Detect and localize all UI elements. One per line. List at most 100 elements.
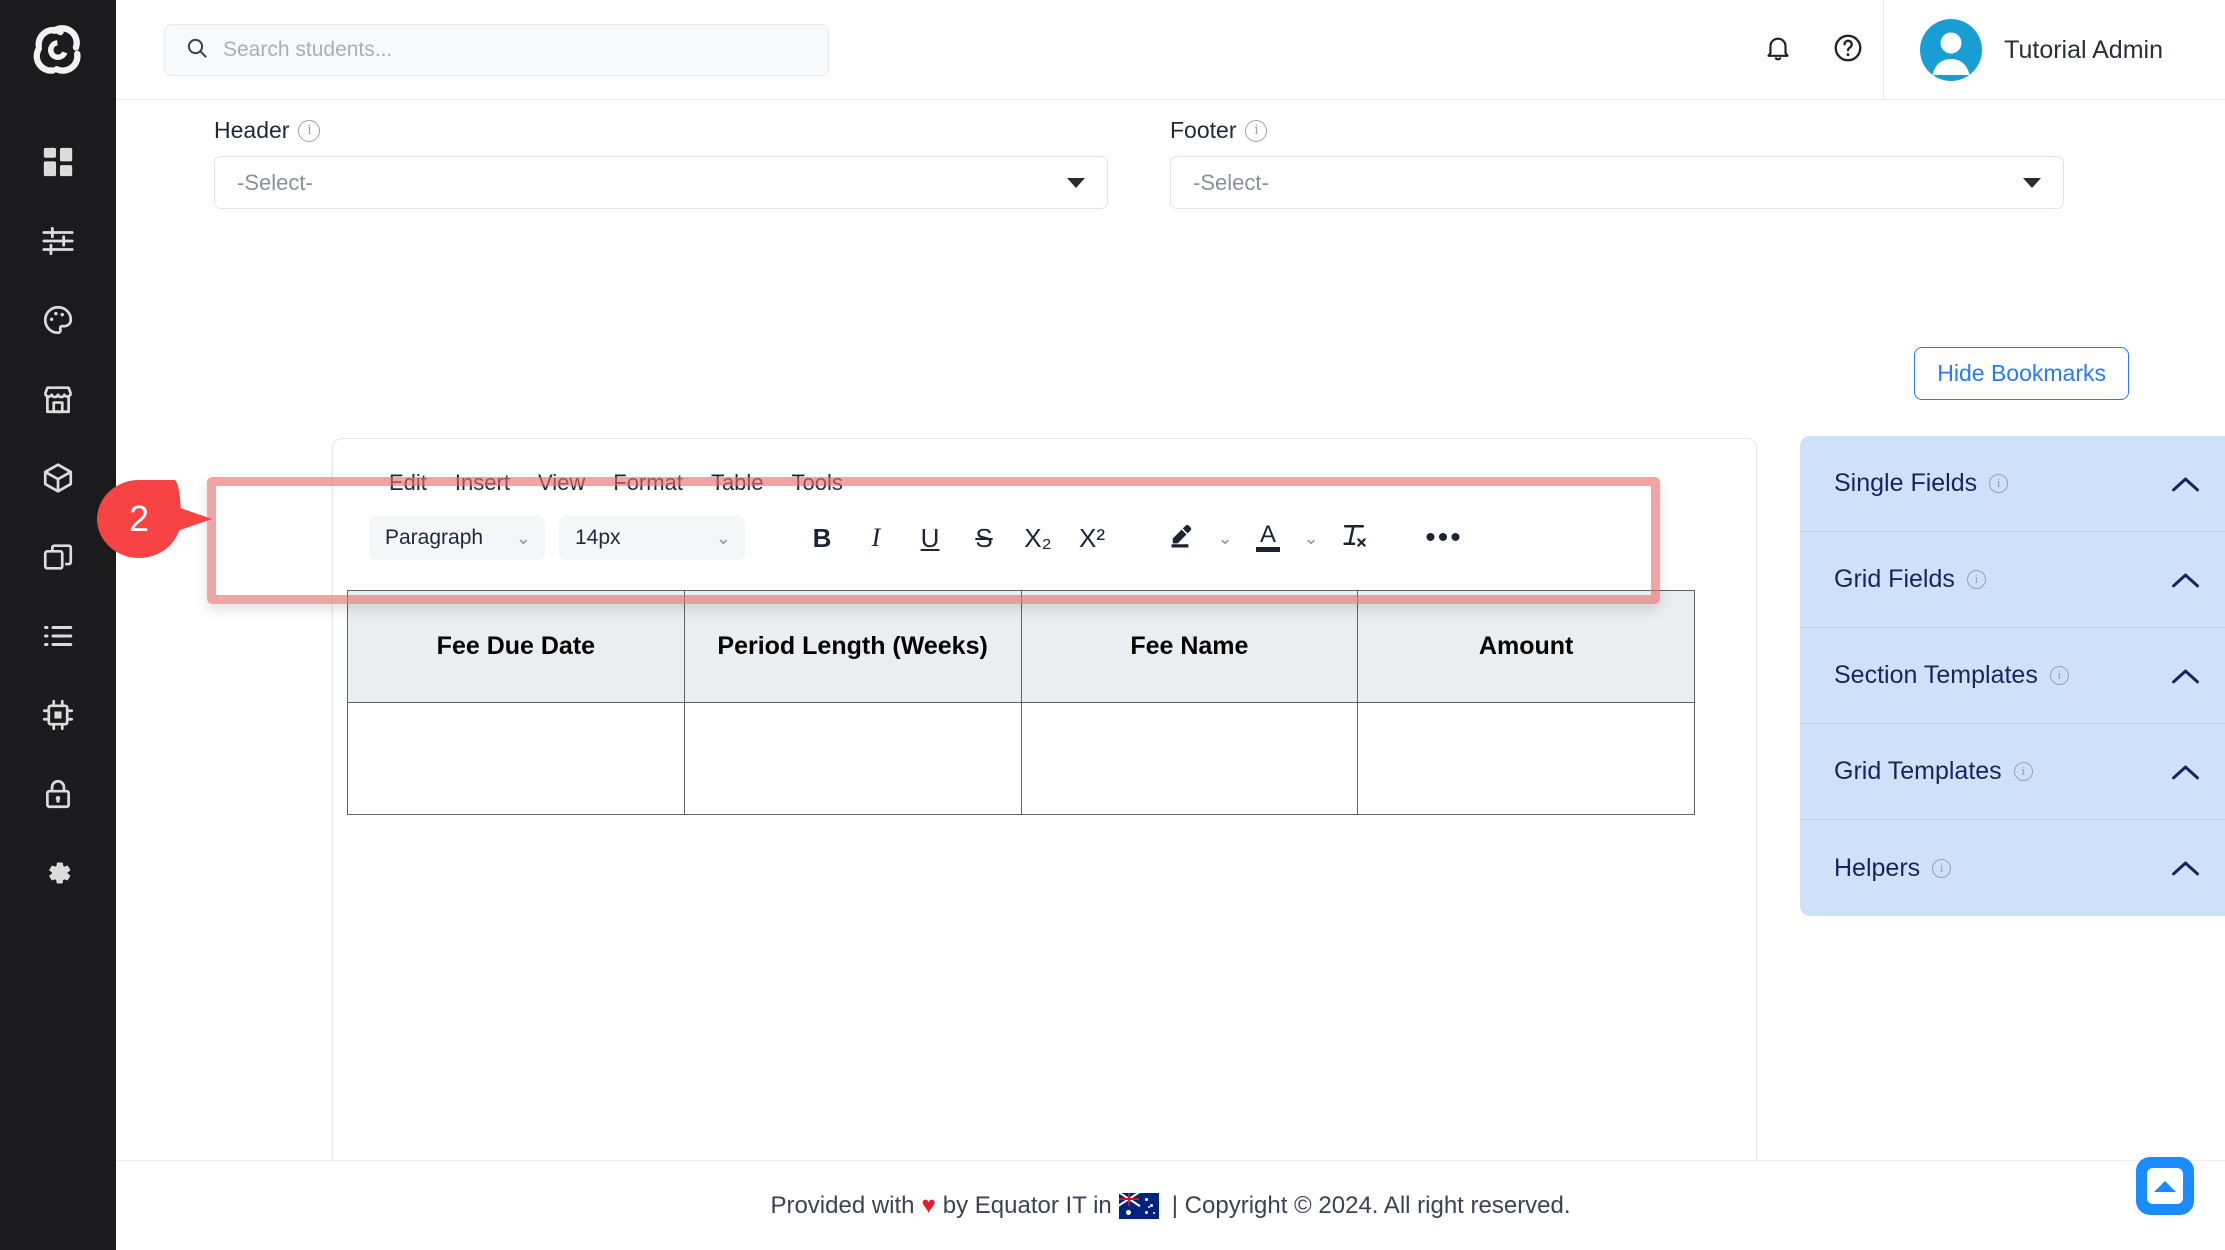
sidebar-item-system[interactable] bbox=[0, 675, 116, 754]
italic-button[interactable]: I bbox=[849, 514, 903, 562]
editor-toolbar: Paragraph ⌄ 14px ⌄ B I U S X₂ X² bbox=[333, 500, 1756, 562]
chevron-up-icon[interactable] bbox=[2171, 667, 2201, 685]
grid-dashboard-icon bbox=[41, 145, 75, 179]
caret-down-icon bbox=[1067, 178, 1085, 188]
highlight-color-button[interactable] bbox=[1155, 514, 1209, 562]
sidebar-item-lists[interactable] bbox=[0, 596, 116, 675]
search-input[interactable] bbox=[223, 38, 808, 62]
bookmark-section-label: Grid Fields bbox=[1834, 565, 1955, 594]
bookmark-section-label: Grid Templates bbox=[1834, 757, 2002, 786]
font-size-select[interactable]: 14px ⌄ bbox=[559, 516, 745, 560]
top-bar-actions: Tutorial Admin bbox=[1743, 0, 2225, 100]
list-bullet-icon bbox=[41, 619, 75, 653]
clear-formatting-button[interactable] bbox=[1327, 514, 1381, 562]
table-header-cell[interactable]: Period Length (Weeks) bbox=[684, 591, 1021, 703]
menu-format[interactable]: Format bbox=[599, 466, 697, 500]
help-button[interactable] bbox=[1813, 0, 1883, 100]
chevron-up-icon[interactable] bbox=[2171, 571, 2201, 589]
gear-icon bbox=[41, 856, 75, 890]
chevron-up-icon[interactable] bbox=[2171, 859, 2201, 877]
user-menu[interactable]: Tutorial Admin bbox=[1883, 0, 2225, 100]
sidebar-item-store[interactable] bbox=[0, 359, 116, 438]
info-circle-icon[interactable]: i bbox=[298, 120, 320, 142]
info-circle-icon[interactable]: i bbox=[1967, 570, 1986, 589]
table-header-row: Fee Due Date Period Length (Weeks) Fee N… bbox=[348, 591, 1695, 703]
footer-select[interactable]: -Select- bbox=[1170, 156, 2064, 209]
heart-icon: ♥ bbox=[922, 1192, 936, 1220]
table-cell[interactable] bbox=[348, 703, 685, 815]
menu-edit[interactable]: Edit bbox=[375, 466, 441, 500]
strikethrough-icon: S bbox=[975, 523, 992, 554]
text-color-swatch bbox=[1256, 547, 1280, 552]
sidebar-item-dashboard[interactable] bbox=[0, 122, 116, 201]
footer-field-label: Footer i bbox=[1170, 117, 2064, 144]
bold-button[interactable]: B bbox=[795, 514, 849, 562]
bookmark-section-helpers[interactable]: Helpers i bbox=[1800, 820, 2225, 916]
sidebar bbox=[0, 0, 116, 1250]
main-content: Header i -Select- Footer i -Select- bbox=[116, 100, 2225, 1160]
search-icon bbox=[185, 36, 209, 65]
notifications-button[interactable] bbox=[1743, 0, 1813, 100]
top-bar: Tutorial Admin bbox=[116, 0, 2225, 100]
sidebar-item-products[interactable] bbox=[0, 438, 116, 517]
strikethrough-button[interactable]: S bbox=[957, 514, 1011, 562]
app-root: Tutorial Admin Header i -Select- Footer … bbox=[0, 0, 2225, 1250]
chevron-up-icon[interactable] bbox=[2171, 763, 2201, 781]
sidebar-item-security[interactable] bbox=[0, 754, 116, 833]
block-format-select[interactable]: Paragraph ⌄ bbox=[369, 516, 545, 560]
more-options-button[interactable]: ••• bbox=[1417, 514, 1471, 562]
subscript-button[interactable]: X₂ bbox=[1011, 514, 1065, 562]
sidebar-item-sliders[interactable] bbox=[0, 201, 116, 280]
text-color-letter: A bbox=[1260, 524, 1276, 546]
sidebar-item-windows[interactable] bbox=[0, 517, 116, 596]
menu-insert[interactable]: Insert bbox=[441, 466, 524, 500]
palette-icon bbox=[41, 303, 75, 337]
info-circle-icon[interactable]: i bbox=[1989, 474, 2008, 493]
superscript-button[interactable]: X² bbox=[1065, 514, 1119, 562]
info-circle-icon[interactable]: i bbox=[1932, 859, 1951, 878]
menu-view[interactable]: View bbox=[524, 466, 599, 500]
search-bar[interactable] bbox=[164, 24, 829, 76]
bookmark-section-header: Single Fields i bbox=[1834, 469, 2008, 498]
chevron-up-icon[interactable] bbox=[2171, 475, 2201, 493]
sidebar-item-appearance[interactable] bbox=[0, 280, 116, 359]
bookmark-section-header: Grid Fields i bbox=[1834, 565, 1986, 594]
table-cell[interactable] bbox=[1021, 703, 1358, 815]
menu-table[interactable]: Table bbox=[697, 466, 778, 500]
text-color-dropdown[interactable]: ⌄ bbox=[1295, 514, 1327, 562]
table-cell[interactable] bbox=[1358, 703, 1695, 815]
highlight-color-dropdown[interactable]: ⌄ bbox=[1209, 514, 1241, 562]
bookmark-section-grid-templates[interactable]: Grid Templates i bbox=[1800, 724, 2225, 820]
scroll-to-top-button[interactable] bbox=[2136, 1157, 2194, 1215]
app-logo[interactable] bbox=[0, 0, 116, 100]
fee-table[interactable]: Fee Due Date Period Length (Weeks) Fee N… bbox=[347, 590, 1695, 815]
copy-windows-icon bbox=[41, 540, 75, 574]
bookmark-section-header: Grid Templates i bbox=[1834, 757, 2033, 786]
footer-select-value: -Select- bbox=[1193, 170, 1269, 196]
footer-text-before: Provided with bbox=[770, 1192, 914, 1220]
hide-bookmarks-button[interactable]: Hide Bookmarks bbox=[1914, 347, 2129, 400]
bold-icon: B bbox=[813, 523, 832, 554]
info-circle-icon[interactable]: i bbox=[1245, 120, 1267, 142]
header-select[interactable]: -Select- bbox=[214, 156, 1108, 209]
sliders-icon bbox=[41, 224, 75, 258]
bookmark-section-single-fields[interactable]: Single Fields i bbox=[1800, 436, 2225, 532]
editor-canvas[interactable]: Fee Due Date Period Length (Weeks) Fee N… bbox=[333, 576, 1756, 1136]
menu-tools[interactable]: Tools bbox=[778, 466, 857, 500]
bookmark-section-grid-fields[interactable]: Grid Fields i bbox=[1800, 532, 2225, 628]
subscript-icon: X₂ bbox=[1024, 523, 1051, 554]
table-header-cell[interactable]: Fee Name bbox=[1021, 591, 1358, 703]
info-circle-icon[interactable]: i bbox=[2050, 666, 2069, 685]
text-color-button[interactable]: A bbox=[1241, 514, 1295, 562]
sidebar-item-configuration[interactable] bbox=[0, 833, 116, 912]
underline-button[interactable]: U bbox=[903, 514, 957, 562]
fee-table-body bbox=[348, 703, 1695, 815]
table-header-cell[interactable]: Fee Due Date bbox=[348, 591, 685, 703]
cpu-chip-icon bbox=[41, 698, 75, 732]
bookmark-section-section-templates[interactable]: Section Templates i bbox=[1800, 628, 2225, 724]
table-cell[interactable] bbox=[684, 703, 1021, 815]
header-footer-fields: Header i -Select- Footer i -Select- bbox=[214, 117, 2064, 209]
bell-icon bbox=[1763, 33, 1793, 68]
info-circle-icon[interactable]: i bbox=[2014, 762, 2033, 781]
table-header-cell[interactable]: Amount bbox=[1358, 591, 1695, 703]
